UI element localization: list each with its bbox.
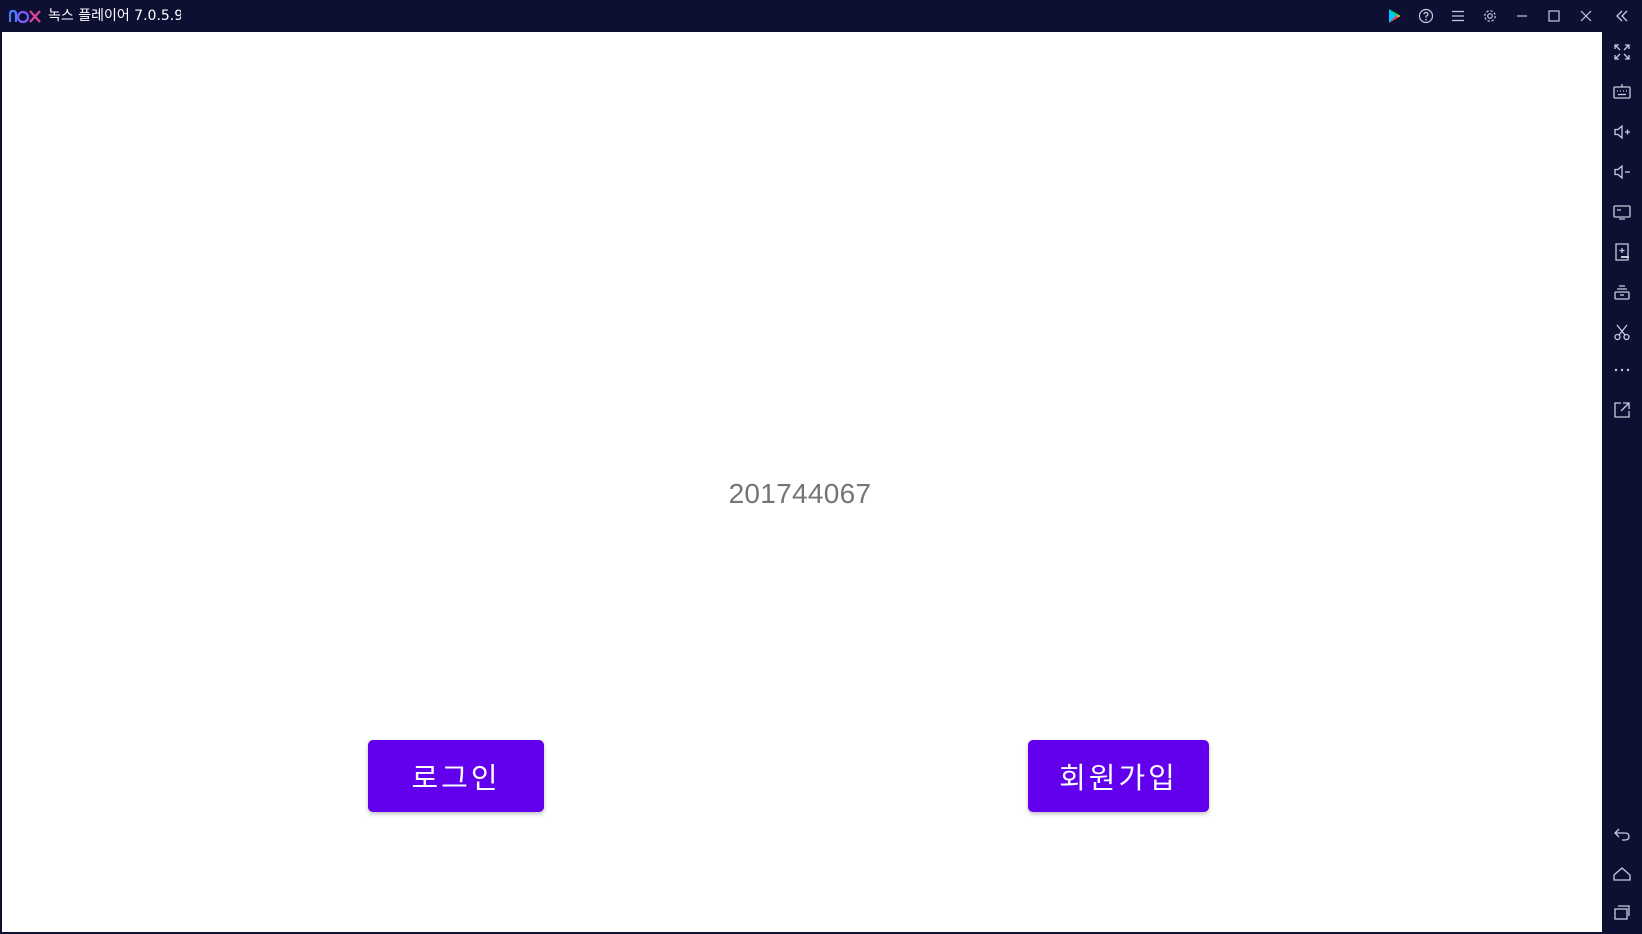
keyboard-icon (1613, 84, 1631, 99)
maximize-icon (1548, 10, 1560, 22)
signup-button[interactable]: 회원가입 (1028, 740, 1209, 812)
minimize-button[interactable] (1506, 0, 1538, 32)
recent-apps-button[interactable] (1606, 896, 1638, 928)
screen-icon (1613, 205, 1631, 220)
scissors-button[interactable] (1606, 316, 1638, 348)
collapse-sidebar-icon (1616, 10, 1628, 22)
keyboard-button[interactable] (1606, 76, 1638, 108)
volume-up-icon (1614, 124, 1630, 140)
add-apk-icon (1615, 243, 1629, 261)
back-icon (1614, 828, 1630, 841)
scissors-icon (1614, 324, 1630, 341)
more-button[interactable] (1606, 354, 1638, 386)
close-icon (1580, 10, 1592, 22)
fullscreen-button[interactable] (1606, 36, 1638, 68)
screen-button[interactable] (1606, 196, 1638, 228)
menu-icon (1452, 10, 1464, 22)
more-icon (1614, 368, 1630, 372)
emulator-window: 녹스 플레이어 7.0.5.9 201744067 로그인 회원가입 (0, 0, 1642, 934)
external-link-icon (1614, 402, 1630, 418)
title-controls (1378, 0, 1642, 32)
external-link-button[interactable] (1606, 394, 1638, 426)
multi-instance-button[interactable] (1606, 276, 1638, 308)
recent-apps-icon (1614, 905, 1630, 920)
help-icon (1418, 8, 1434, 24)
android-screen: 201744067 로그인 회원가입 (2, 32, 1602, 932)
title-bar: 녹스 플레이어 7.0.5.9 (0, 0, 1642, 32)
settings-icon (1484, 10, 1496, 22)
play-store-icon (1389, 9, 1401, 23)
settings-button[interactable] (1474, 0, 1506, 32)
minimize-icon (1517, 15, 1527, 17)
volume-down-icon (1614, 164, 1630, 180)
menu-button[interactable] (1442, 0, 1474, 32)
close-button[interactable] (1570, 0, 1602, 32)
volume-down-button[interactable] (1606, 156, 1638, 188)
right-toolbar (1602, 32, 1642, 934)
student-id-text: 201744067 (728, 478, 872, 509)
multi-instance-icon (1614, 285, 1630, 300)
play-store-button[interactable] (1378, 0, 1410, 32)
window-title: 녹스 플레이어 7.0.5.9 (48, 8, 181, 24)
help-button[interactable] (1410, 0, 1442, 32)
collapse-sidebar-button[interactable] (1602, 0, 1642, 32)
login-button[interactable]: 로그인 (368, 740, 544, 812)
home-icon (1613, 867, 1631, 881)
back-button[interactable] (1606, 818, 1638, 850)
fullscreen-icon (1614, 44, 1630, 60)
maximize-button[interactable] (1538, 0, 1570, 32)
add-apk-button[interactable] (1606, 236, 1638, 268)
home-button[interactable] (1606, 858, 1638, 890)
volume-up-button[interactable] (1606, 116, 1638, 148)
nox-logo-icon (9, 9, 41, 24)
